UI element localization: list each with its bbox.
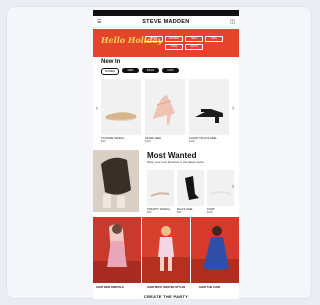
most-wanted-products: STRAPPY SANDAL $89 BLACK HEEL $99 PUMP $… — [147, 170, 234, 214]
product-image-black-heel — [189, 79, 229, 135]
editorial-link-2[interactable]: SHOP MOST WANTED STYLES — [147, 286, 185, 289]
promo-link-kids[interactable]: KIDS — [205, 36, 223, 42]
new-in-products: CAYENNE SANDAL $99 SILVER HEEL $110 CHUN… — [101, 79, 229, 143]
chevron-right-icon[interactable]: › — [232, 184, 234, 190]
editorial-link-1[interactable]: SHOP NEW ARRIVALS — [96, 286, 124, 289]
product-image-heel — [145, 79, 185, 135]
product-card[interactable]: CHUNKY BLOCK HEEL $120 — [189, 79, 229, 143]
chip-kids[interactable]: KIDS — [162, 68, 179, 73]
most-wanted-title: Most Wanted — [147, 151, 197, 160]
promo-link-shop[interactable]: SHOP — [145, 36, 163, 42]
product-image-strappy — [147, 170, 174, 206]
product-price: $89 — [147, 211, 152, 214]
brand-logo[interactable]: STEVE MADDEN — [142, 19, 189, 25]
product-card[interactable]: PUMP $109 — [207, 170, 234, 214]
bag-icon[interactable]: ◫ — [230, 19, 235, 25]
product-price: $110 — [145, 140, 151, 143]
most-wanted-lifestyle-photo[interactable] — [93, 150, 139, 212]
promo-link-sale[interactable]: SALE — [165, 44, 183, 50]
most-wanted-subtitle: Shop your new favorites in the latest st… — [147, 160, 204, 164]
menu-icon[interactable]: ☰ — [97, 19, 101, 25]
product-price: $99 — [177, 211, 182, 214]
product-image-black — [177, 170, 204, 206]
editorial-photo-3[interactable] — [191, 217, 239, 283]
most-wanted-header: Most Wanted Shop your new favorites in t… — [147, 151, 237, 164]
product-image-flat — [101, 79, 141, 135]
phone-screenshot: ☰ STEVE MADDEN ◫ Hello Holiday SHOP WOME… — [93, 10, 239, 299]
chip-bags[interactable]: BAGS — [142, 68, 159, 73]
preview-card: ☰ STEVE MADDEN ◫ Hello Holiday SHOP WOME… — [6, 6, 312, 299]
new-in-header: New In WOMEN MEN BAGS KIDS — [101, 59, 179, 75]
chip-women[interactable]: WOMEN — [101, 68, 119, 75]
product-price: $120 — [189, 140, 195, 143]
new-in-title: New In — [101, 59, 121, 65]
product-image-pump — [207, 170, 234, 206]
chevron-left-icon[interactable]: ‹ — [96, 106, 98, 112]
product-price: $99 — [101, 140, 106, 143]
product-card[interactable]: CAYENNE SANDAL $99 — [101, 79, 141, 143]
site-header: ☰ STEVE MADDEN ◫ — [93, 16, 239, 28]
editorial-link-3[interactable]: SHOP THE LOOK — [199, 286, 220, 289]
editorial-photo-1[interactable] — [93, 217, 141, 283]
product-card[interactable]: STRAPPY SANDAL $89 — [147, 170, 174, 214]
promo-link-gifts[interactable]: GIFTS — [185, 44, 203, 50]
promo-link-men[interactable]: MEN — [185, 36, 203, 42]
product-card[interactable]: SILVER HEEL $110 — [145, 79, 185, 143]
product-card[interactable]: BLACK HEEL $99 — [177, 170, 204, 214]
editorial-photo-2[interactable] — [142, 217, 190, 283]
promo-link-women[interactable]: WOMEN — [165, 36, 183, 42]
product-price: $109 — [207, 211, 213, 214]
promo-banner[interactable]: Hello Holiday SHOP WOMEN MEN KIDS SALE G… — [93, 29, 239, 57]
chip-men[interactable]: MEN — [122, 68, 139, 73]
bottom-banner-title: CREATE THE PARTY — [143, 294, 189, 299]
new-in-chips: WOMEN MEN BAGS KIDS — [101, 68, 179, 75]
chevron-right-icon[interactable]: › — [232, 106, 234, 112]
